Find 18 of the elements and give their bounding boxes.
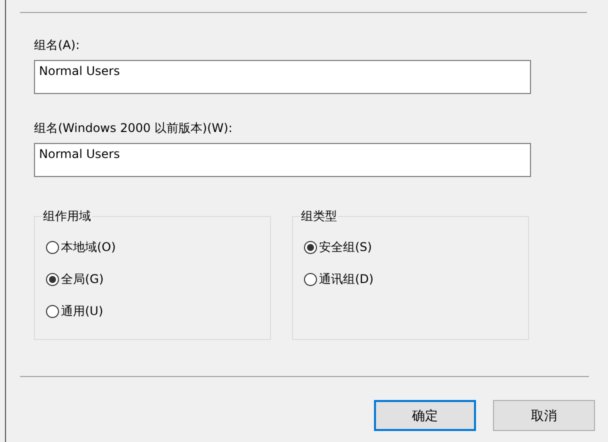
- radio-icon[interactable]: [304, 273, 317, 286]
- cancel-button[interactable]: 取消: [493, 400, 595, 431]
- radio-icon[interactable]: [46, 273, 59, 286]
- radio-option[interactable]: 通用(U): [46, 303, 104, 320]
- radio-icon[interactable]: [46, 241, 59, 254]
- group-title: 组作用域: [42, 208, 92, 225]
- group-title: 组类型: [300, 208, 338, 225]
- radio-icon[interactable]: [304, 241, 317, 254]
- radio-option[interactable]: 通讯组(D): [304, 271, 374, 288]
- input-field[interactable]: Normal Users: [34, 60, 531, 94]
- ok-button[interactable]: 确定: [374, 400, 476, 431]
- radio-icon[interactable]: [46, 305, 59, 318]
- field-label: 组名(A):: [34, 37, 80, 53]
- field-label: 组名(Windows 2000 以前版本)(W):: [34, 120, 232, 136]
- radio-option[interactable]: 本地域(O): [46, 239, 116, 256]
- radio-option[interactable]: 全局(G): [46, 271, 104, 288]
- radio-option[interactable]: 安全组(S): [304, 239, 372, 256]
- input-field[interactable]: Normal Users: [34, 143, 531, 177]
